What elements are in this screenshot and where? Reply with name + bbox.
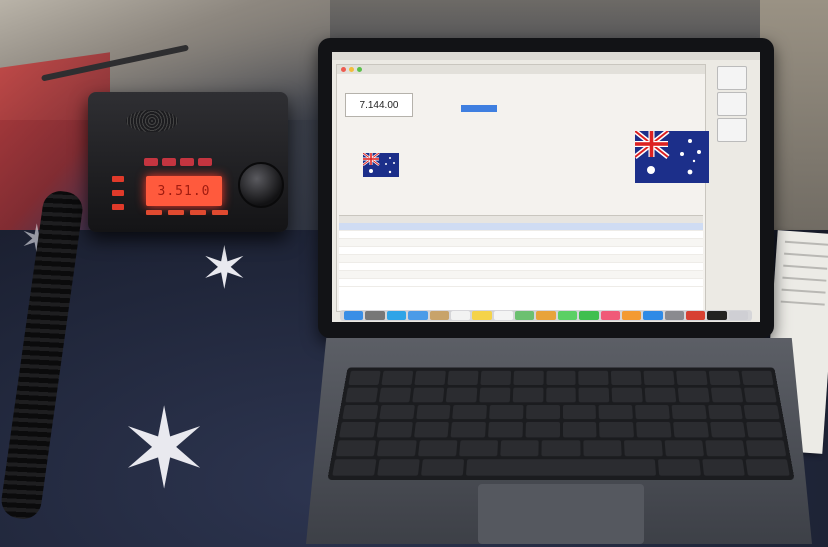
- desktop-icons: [710, 66, 754, 306]
- calendar-icon[interactable]: [450, 311, 471, 320]
- table-row[interactable]: [339, 271, 703, 279]
- safari-icon[interactable]: [386, 311, 407, 320]
- tuning-knob-icon: [238, 162, 284, 208]
- contacts-icon[interactable]: [429, 311, 449, 320]
- launchpad-icon[interactable]: [365, 311, 385, 320]
- laptop-screen: 7.144.00: [332, 52, 760, 322]
- music-icon[interactable]: [600, 311, 620, 320]
- finder-icon[interactable]: [344, 311, 364, 320]
- app-store-icon[interactable]: [643, 311, 663, 320]
- radio-lower-buttons: [146, 210, 228, 215]
- dock: [340, 310, 752, 321]
- photo-scene: ✶ ✶ ✶ 3.51.0 7.144.00: [0, 0, 828, 547]
- laptop-keyboard: [327, 367, 795, 480]
- zoom-window-button[interactable]: [357, 67, 362, 72]
- desktop-file-icon[interactable]: [717, 118, 747, 142]
- logging-app-window: 7.144.00: [336, 64, 709, 312]
- radio-side-buttons: [112, 176, 124, 210]
- logger-app-icon[interactable]: [686, 311, 706, 320]
- notes-icon[interactable]: [472, 311, 492, 320]
- radio-display: 3.51.0: [146, 176, 222, 206]
- window-titlebar: [337, 65, 705, 74]
- table-row[interactable]: [339, 223, 703, 231]
- facetime-icon[interactable]: [579, 311, 599, 320]
- photos-icon[interactable]: [536, 311, 556, 320]
- table-row[interactable]: [339, 263, 703, 271]
- australia-flag-small: [363, 153, 399, 177]
- table-row[interactable]: [339, 255, 703, 263]
- callsign-input[interactable]: [461, 105, 497, 112]
- settings-icon[interactable]: [664, 311, 684, 320]
- messages-icon[interactable]: [557, 311, 578, 320]
- desktop-file-icon[interactable]: [717, 66, 747, 90]
- ham-radio-transceiver: 3.51.0: [88, 92, 288, 232]
- table-row[interactable]: [339, 247, 703, 255]
- minimize-window-button[interactable]: [349, 67, 354, 72]
- terminal-icon[interactable]: [707, 311, 727, 320]
- speaker-grille: [126, 110, 178, 132]
- books-icon[interactable]: [621, 311, 642, 320]
- trackpad: [478, 484, 644, 544]
- mail-icon[interactable]: [408, 311, 428, 320]
- frequency-display: 7.144.00: [345, 93, 413, 117]
- log-header-row: [339, 216, 703, 223]
- australia-flag-large: [635, 131, 709, 183]
- radio-top-buttons: [144, 158, 212, 166]
- menu-bar: [332, 52, 760, 60]
- reminders-icon[interactable]: [493, 311, 513, 320]
- table-row[interactable]: [339, 279, 703, 287]
- star-decoration: ✶: [200, 236, 249, 301]
- star-decoration: ✶: [118, 388, 211, 511]
- maps-icon[interactable]: [515, 311, 535, 320]
- table-row[interactable]: [339, 239, 703, 247]
- trash-icon[interactable]: [728, 311, 749, 320]
- qso-log-table: [339, 215, 703, 310]
- close-window-button[interactable]: [341, 67, 346, 72]
- table-row[interactable]: [339, 231, 703, 239]
- desktop-file-icon[interactable]: [717, 92, 747, 116]
